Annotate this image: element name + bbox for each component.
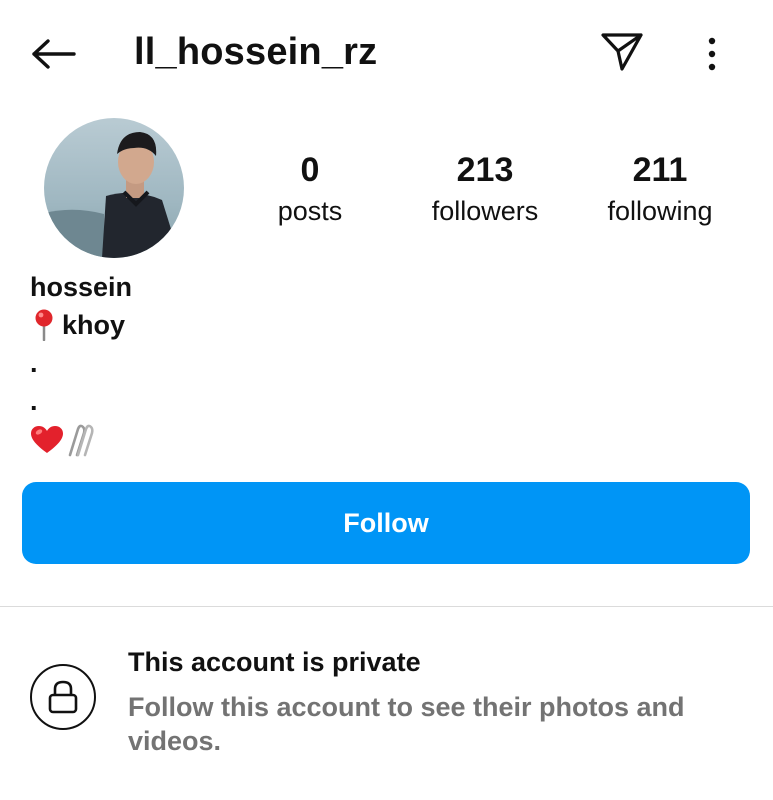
- posts-number: 0: [300, 151, 320, 189]
- bio-dot-line: .: [30, 386, 38, 416]
- red-heart-icon: [31, 426, 63, 453]
- followers-count[interactable]: 213 followers: [410, 150, 560, 228]
- private-lock-badge: [30, 664, 96, 730]
- round-pushpin-icon: [30, 307, 58, 343]
- top-bar: ll_hossein_rz: [0, 0, 773, 110]
- private-account-title: This account is private: [128, 647, 421, 677]
- followers-number: 213: [456, 151, 514, 189]
- following-label: following: [607, 196, 713, 226]
- follow-button[interactable]: Follow: [22, 482, 750, 564]
- followers-label: followers: [431, 196, 539, 226]
- vertical-dots-icon: [708, 37, 716, 71]
- profile-photo: [44, 118, 184, 258]
- bio-emoji-line: [30, 420, 730, 460]
- share-profile-button[interactable]: [596, 28, 648, 76]
- section-divider: [0, 606, 773, 607]
- lock-icon: [48, 680, 78, 714]
- back-button[interactable]: [28, 32, 78, 76]
- profile-bio: hossein khoy . .: [30, 268, 730, 460]
- profile-display-name: hossein: [30, 272, 133, 302]
- posts-label: posts: [277, 196, 343, 226]
- bio-location-line: khoy: [30, 306, 730, 344]
- profile-avatar[interactable]: [44, 118, 184, 258]
- bio-location-text: khoy: [62, 310, 126, 340]
- paper-plane-icon: [601, 33, 643, 71]
- more-options-button[interactable]: [694, 30, 730, 78]
- paperclips-icon: [68, 424, 94, 457]
- private-account-description: Follow this account to see their photos …: [128, 692, 685, 756]
- following-number: 211: [632, 151, 688, 189]
- profile-username: ll_hossein_rz: [134, 31, 378, 73]
- bio-dot-line: .: [30, 348, 38, 378]
- arrow-left-icon: [32, 39, 76, 69]
- following-count[interactable]: 211 following: [585, 150, 735, 228]
- posts-count[interactable]: 0 posts: [250, 150, 370, 228]
